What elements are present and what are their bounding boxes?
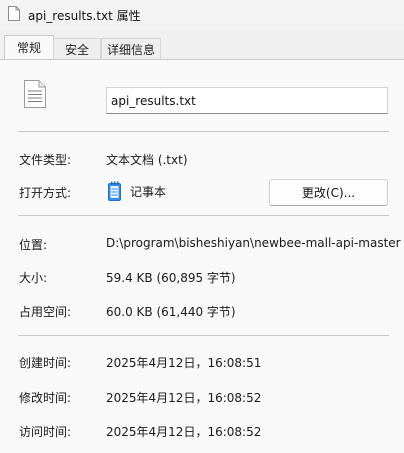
file-type-value: 文本文档 (.txt) xyxy=(106,153,188,167)
tab-general[interactable]: 常规 xyxy=(4,35,54,61)
modified-value: 2025年4月12日，16:08:52 xyxy=(106,391,262,405)
filename-input[interactable] xyxy=(106,87,388,114)
change-button[interactable]: 更改(C)... xyxy=(269,179,388,206)
text-document-icon xyxy=(24,80,46,108)
text-file-icon xyxy=(8,6,20,21)
notepad-icon xyxy=(108,181,121,201)
location-value: D:\program\bisheshiyan\newbee-mall-api-m… xyxy=(106,236,401,250)
created-label: 创建时间: xyxy=(19,356,72,370)
size-on-disk-label: 占用空间: xyxy=(19,305,72,319)
separator xyxy=(18,215,389,216)
separator xyxy=(18,131,389,132)
size-on-disk-value: 60.0 KB (61,440 字节) xyxy=(106,305,236,319)
general-panel: 文件类型: 文本文档 (.txt) 打开方式: 记事本 更改(C)... 位置:… xyxy=(0,59,404,453)
file-type-label: 文件类型: xyxy=(19,153,72,167)
accessed-value: 2025年4月12日，16:08:52 xyxy=(106,425,262,439)
accessed-label: 访问时间: xyxy=(19,425,72,439)
tab-strip: 常规 安全 详细信息 xyxy=(0,34,404,61)
location-label: 位置: xyxy=(19,238,48,252)
title-bar[interactable]: api_results.txt 属性 xyxy=(0,0,404,30)
size-label: 大小: xyxy=(19,271,48,285)
tab-details[interactable]: 详细信息 xyxy=(101,38,161,60)
tab-security[interactable]: 安全 xyxy=(53,38,101,60)
opens-with-app: 记事本 xyxy=(130,185,167,199)
modified-label: 修改时间: xyxy=(19,391,72,405)
size-value: 59.4 KB (60,895 字节) xyxy=(106,271,236,285)
created-value: 2025年4月12日，16:08:51 xyxy=(106,356,262,370)
window-title: api_results.txt 属性 xyxy=(28,9,141,23)
separator xyxy=(18,335,389,336)
opens-with-label: 打开方式: xyxy=(19,186,72,200)
